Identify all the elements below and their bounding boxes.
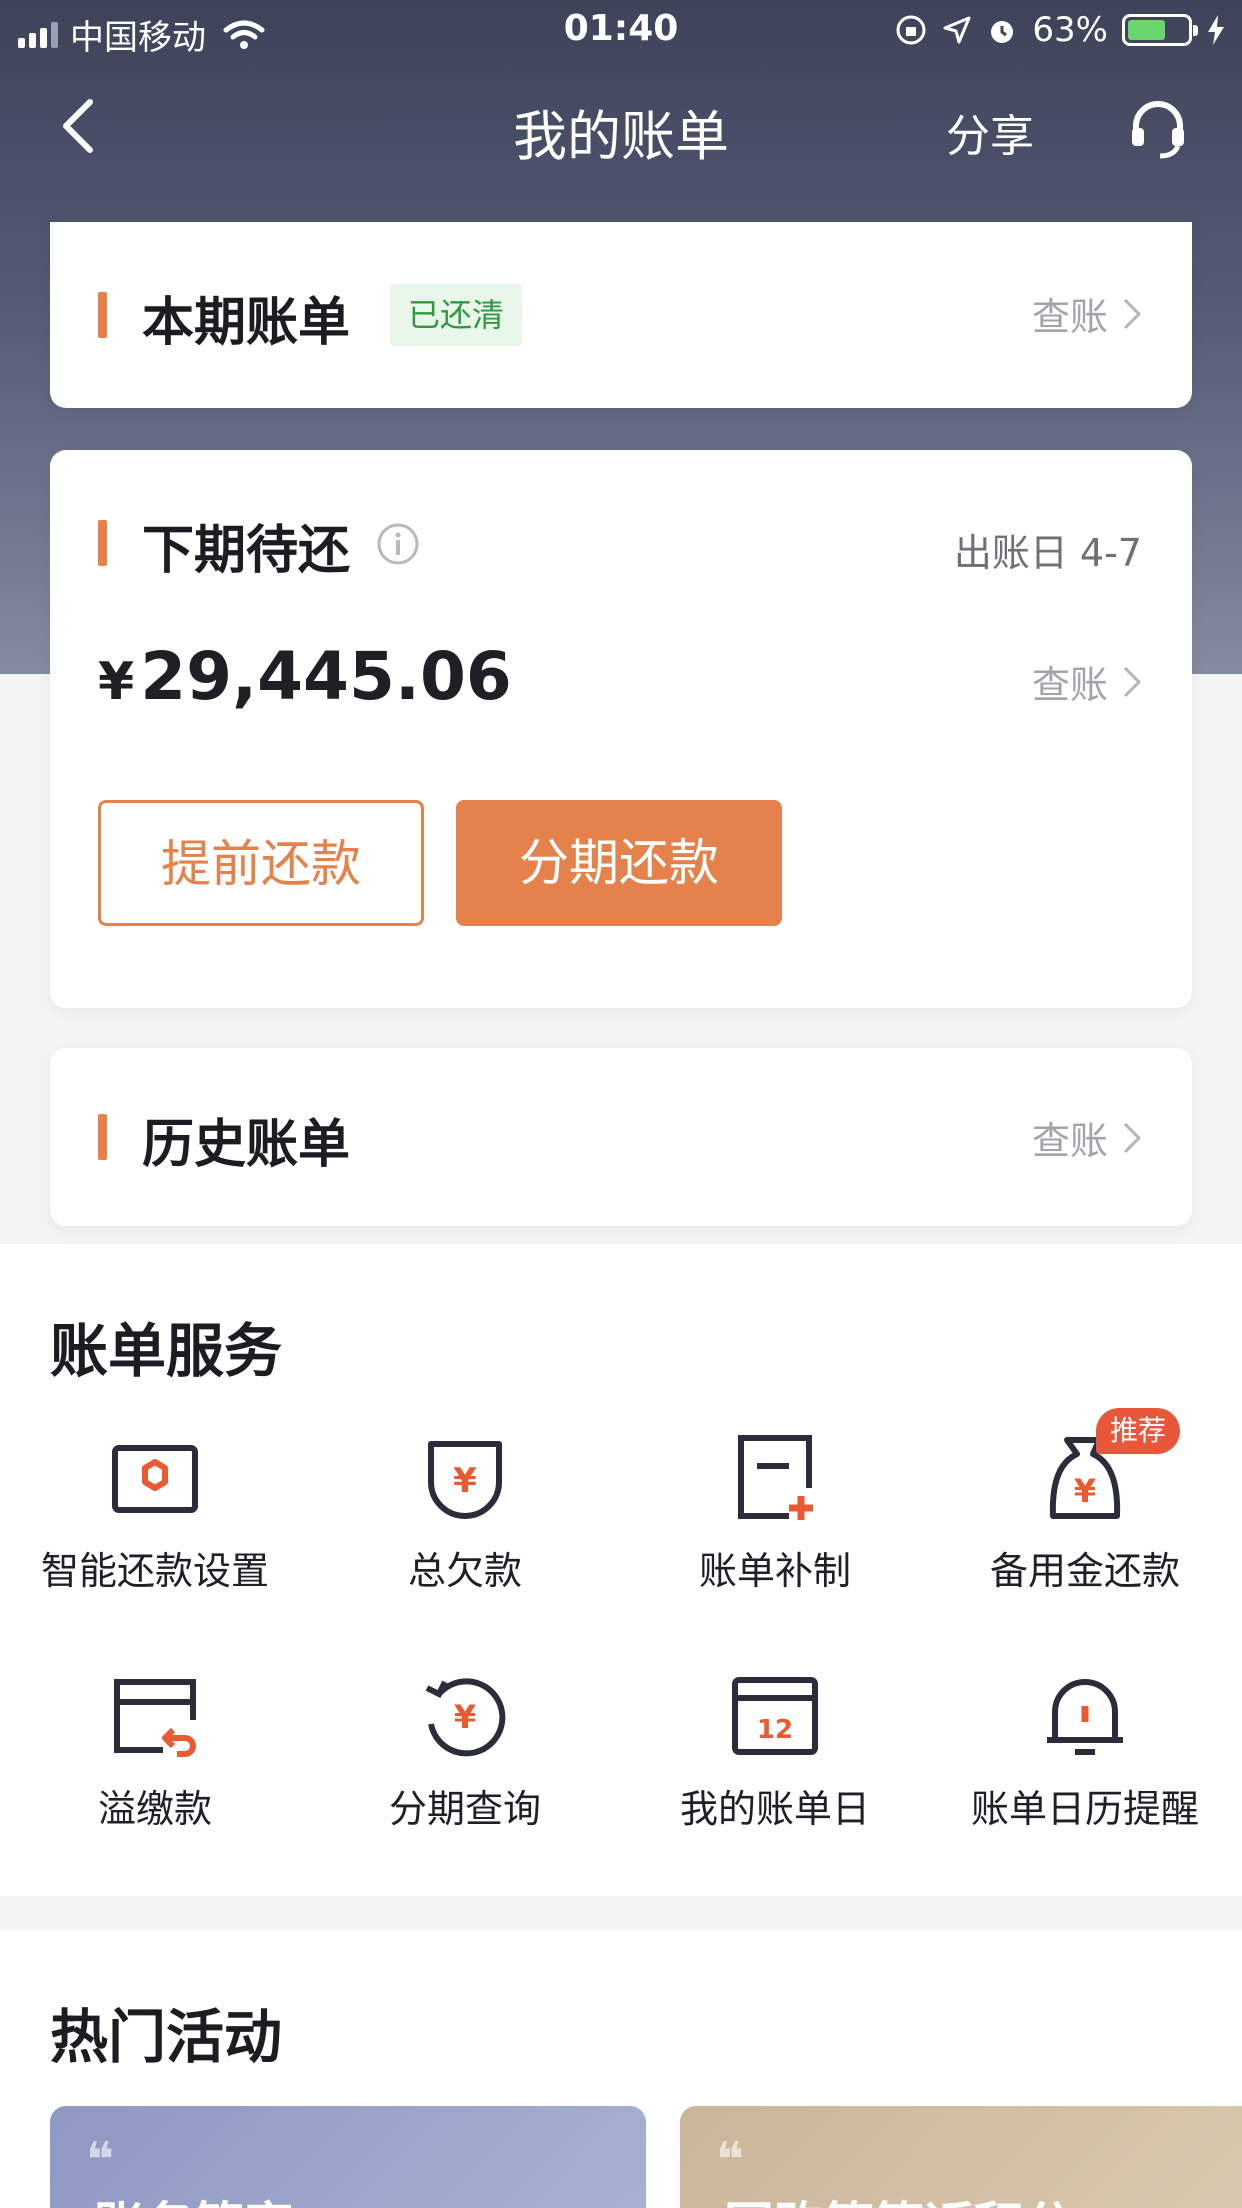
rotation-lock-icon — [896, 15, 926, 45]
paid-badge: 已还清 — [390, 284, 523, 346]
service-overpayment[interactable]: 溢缴款 — [0, 1668, 310, 1833]
chevron-right-icon — [1123, 298, 1142, 329]
installment-button[interactable]: 分期还款 — [456, 800, 782, 926]
service-bill-reissue[interactable]: 账单补制 — [620, 1430, 930, 1595]
currency-symbol: ¥ — [98, 652, 135, 712]
service-label: 我的账单日 — [679, 1787, 870, 1831]
smart-repay-icon — [112, 1445, 198, 1513]
bell-icon — [1047, 1679, 1123, 1755]
next-bill-card: 下期待还 出账日 4-7 ¥ 29,445.06 查账 提前还款 分期还款 — [50, 450, 1192, 1008]
activities-title: 热门活动 — [50, 2003, 283, 2071]
service-label: 备用金还款 — [989, 1549, 1180, 1593]
service-reserve-fund[interactable]: ¥ 备用金还款 — [930, 1430, 1240, 1595]
service-label: 总欠款 — [407, 1549, 522, 1593]
amount-value: 29,445.06 — [140, 638, 512, 715]
chevron-right-icon — [1123, 1122, 1142, 1153]
status-bar: 中国移动 01:40 63% — [0, 0, 1242, 62]
current-bill-check-link[interactable]: 查账 — [1032, 286, 1142, 341]
battery-percent: 63% — [1032, 10, 1108, 50]
section-divider — [0, 1896, 1242, 1930]
accent-bar — [98, 1114, 107, 1160]
total-debt-icon: ¥ — [428, 1441, 502, 1519]
info-icon[interactable] — [376, 522, 420, 566]
quote-icon: ❝ — [86, 2132, 115, 2188]
service-smart-repay[interactable]: 智能还款设置 — [0, 1430, 310, 1595]
customer-service-icon[interactable] — [1126, 96, 1190, 160]
history-bill-check-link[interactable]: 查账 — [1032, 1110, 1142, 1165]
next-bill-title: 下期待还 — [142, 521, 351, 581]
charging-icon — [1208, 15, 1224, 45]
service-label: 分期查询 — [388, 1787, 541, 1831]
activity-text: 国购等等返积分 — [724, 2186, 1074, 2208]
service-total-debt[interactable]: ¥ 总欠款 — [310, 1430, 620, 1595]
bill-services-section: 账单服务 智能还款设置 ¥ 总欠款 账单补制 ¥ 备用金还款 推荐 溢缴款 ¥ … — [0, 1244, 1242, 1896]
installment-query-icon: ¥ — [425, 1678, 506, 1757]
location-icon — [943, 16, 971, 44]
amount-due: ¥ 29,445.06 — [98, 638, 512, 715]
service-label: 账单日历提醒 — [970, 1787, 1199, 1831]
svg-text:¥: ¥ — [1074, 1472, 1096, 1510]
svg-text:¥: ¥ — [453, 1461, 477, 1501]
activity-text: 账务管家 — [94, 2186, 294, 2208]
check-link-label: 查账 — [1031, 663, 1108, 707]
svg-text:¥: ¥ — [454, 1698, 476, 1736]
service-my-bill-day[interactable]: 12 我的账单日 — [620, 1668, 930, 1833]
bill-date: 出账日 4-7 — [953, 531, 1142, 575]
services-title: 账单服务 — [50, 1317, 283, 1385]
check-link-label: 查账 — [1031, 295, 1108, 339]
check-link-label: 查账 — [1031, 1119, 1108, 1163]
battery-icon — [1122, 14, 1198, 46]
service-label: 智能还款设置 — [40, 1549, 269, 1593]
service-label: 溢缴款 — [97, 1787, 212, 1831]
activity-card[interactable]: ❝ 账务管家 — [50, 2106, 646, 2208]
history-bill-title: 历史账单 — [142, 1115, 351, 1175]
history-bill-card[interactable]: 历史账单 查账 — [50, 1048, 1192, 1226]
recommend-badge: 推荐 — [1096, 1408, 1181, 1454]
prepay-button[interactable]: 提前还款 — [98, 800, 424, 926]
calendar-icon: 12 — [732, 1677, 818, 1755]
page-title: 我的账单 — [513, 105, 729, 168]
current-bill-title: 本期账单 — [142, 293, 351, 353]
bill-reissue-icon — [738, 1435, 813, 1520]
hot-activities-section: 热门活动 ❝ 账务管家 ❝ 国购等等返积分 — [0, 1930, 1242, 2208]
activity-card[interactable]: ❝ 国购等等返积分 — [680, 2106, 1242, 2208]
current-bill-card[interactable]: 本期账单 已还清 查账 — [50, 222, 1192, 408]
svg-text:12: 12 — [757, 1715, 793, 1745]
accent-bar — [98, 292, 107, 338]
overpayment-icon — [114, 1679, 196, 1757]
accent-bar — [98, 520, 107, 566]
service-calendar-reminder[interactable]: 账单日历提醒 — [930, 1668, 1240, 1833]
quote-icon: ❝ — [716, 2132, 745, 2188]
service-label: 账单补制 — [698, 1549, 851, 1593]
share-button[interactable]: 分享 — [946, 100, 1034, 164]
next-bill-check-link[interactable]: 查账 — [1032, 654, 1142, 709]
alarm-icon — [991, 21, 1014, 43]
service-installment-query[interactable]: ¥ 分期查询 — [310, 1668, 620, 1833]
chevron-right-icon — [1123, 666, 1142, 697]
nav-bar: 我的账单 分享 — [0, 62, 1242, 222]
